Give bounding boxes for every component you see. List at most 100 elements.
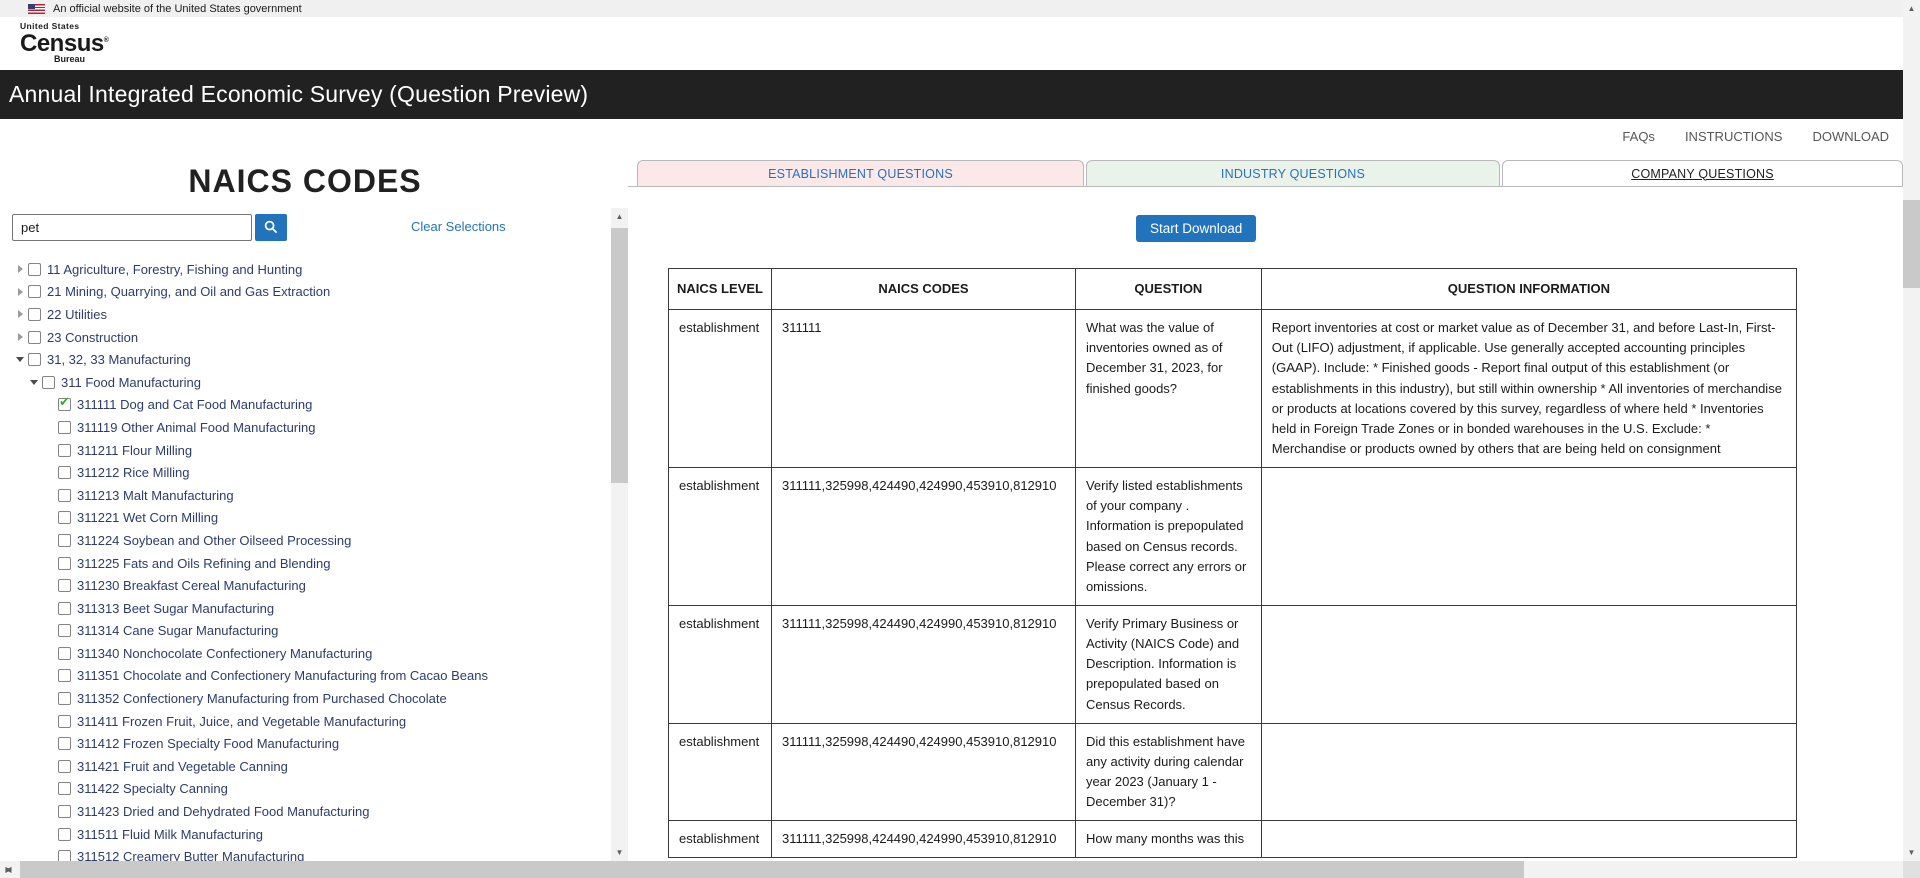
naics-checkbox[interactable] <box>58 557 71 570</box>
naics-tree: 11 Agriculture, Forestry, Fishing and Hu… <box>0 258 611 861</box>
expand-icon[interactable] <box>12 258 28 280</box>
tree-item-label: 311224 Soybean and Other Oilseed Process… <box>77 533 351 548</box>
tree-item[interactable]: 311225 Fats and Oils Refining and Blendi… <box>0 552 611 575</box>
tree-item[interactable]: 311512 Creamery Butter Manufacturing <box>0 845 611 861</box>
tree-item-label: 23 Construction <box>47 330 138 345</box>
tree-item-label: 311423 Dried and Dehydrated Food Manufac… <box>77 804 369 819</box>
arrow-spacer <box>42 462 58 484</box>
arrow-spacer <box>42 665 58 687</box>
expand-icon[interactable] <box>12 281 28 303</box>
naics-checkbox[interactable] <box>58 489 71 502</box>
tree-item[interactable]: 311422 Specialty Canning <box>0 778 611 801</box>
tree-item[interactable]: 311412 Frozen Specialty Food Manufacturi… <box>0 732 611 755</box>
scroll-up-icon[interactable]: ▲ <box>1903 0 1920 17</box>
scroll-up-icon[interactable]: ▲ <box>611 208 628 225</box>
tree-item[interactable]: 311211 Flour Milling <box>0 439 611 462</box>
naics-checkbox[interactable] <box>58 669 71 682</box>
search-button[interactable] <box>255 214 287 241</box>
tree-item[interactable]: 311 Food Manufacturing <box>0 371 611 394</box>
tree-item[interactable]: 311411 Frozen Fruit, Juice, and Vegetabl… <box>0 710 611 733</box>
vertical-scrollbar-thumb[interactable] <box>1903 200 1920 288</box>
arrow-spacer <box>42 778 58 800</box>
naics-checkbox[interactable] <box>42 376 55 389</box>
tree-item[interactable]: 21 Mining, Quarrying, and Oil and Gas Ex… <box>0 281 611 304</box>
naics-checkbox[interactable] <box>58 782 71 795</box>
arrow-spacer <box>42 801 58 823</box>
clear-selections-link[interactable]: Clear Selections <box>411 219 506 234</box>
naics-checkbox[interactable] <box>28 308 41 321</box>
naics-checkbox[interactable] <box>58 511 71 524</box>
naics-checkbox[interactable] <box>28 353 41 366</box>
horizontal-scrollbar-thumb[interactable] <box>20 861 1524 878</box>
naics-checkbox[interactable] <box>58 737 71 750</box>
scrollbar-corner <box>1903 861 1920 878</box>
tree-item[interactable]: 311352 Confectionery Manufacturing from … <box>0 687 611 710</box>
arrow-spacer <box>42 439 58 461</box>
naics-checkbox[interactable] <box>28 331 41 344</box>
naics-checkbox[interactable] <box>58 828 71 841</box>
naics-checkbox[interactable] <box>58 534 71 547</box>
table-cell: Verify Primary Business or Activity (NAI… <box>1075 605 1261 723</box>
tree-item-label: 311511 Fluid Milk Manufacturing <box>77 827 263 842</box>
tree-item[interactable]: 22 Utilities <box>0 303 611 326</box>
tree-item[interactable]: 311313 Beet Sugar Manufacturing <box>0 597 611 620</box>
naics-checkbox[interactable] <box>58 444 71 457</box>
tree-item[interactable]: 311511 Fluid Milk Manufacturing <box>0 823 611 846</box>
tree-item[interactable]: 311224 Soybean and Other Oilseed Process… <box>0 529 611 552</box>
nav-link-instructions[interactable]: INSTRUCTIONS <box>1685 129 1783 144</box>
gov-banner: An official website of the United States… <box>0 0 1903 17</box>
naics-checkbox[interactable] <box>58 647 71 660</box>
scroll-down-icon[interactable]: ▼ <box>611 844 628 861</box>
tree-item[interactable]: 311230 Breakfast Cereal Manufacturing <box>0 574 611 597</box>
tab-establishment-questions[interactable]: ESTABLISHMENT QUESTIONS <box>637 160 1084 186</box>
table-cell: 311111 <box>771 310 1075 468</box>
tree-item[interactable]: 311421 Fruit and Vegetable Canning <box>0 755 611 778</box>
sidebar-scrollbar[interactable]: ▲ ▼ <box>611 208 628 861</box>
nav-link-faqs[interactable]: FAQs <box>1622 129 1655 144</box>
tree-item[interactable]: 311119 Other Animal Food Manufacturing <box>0 416 611 439</box>
naics-checkbox[interactable] <box>28 285 41 298</box>
scroll-down-icon[interactable]: ▼ <box>1903 844 1920 861</box>
naics-checkbox[interactable] <box>58 421 71 434</box>
naics-checkbox[interactable] <box>58 692 71 705</box>
naics-checkbox[interactable] <box>28 263 41 276</box>
tree-item[interactable]: 311423 Dried and Dehydrated Food Manufac… <box>0 800 611 823</box>
tree-item[interactable]: 311351 Chocolate and Confectionery Manuf… <box>0 665 611 688</box>
naics-checkbox[interactable] <box>58 715 71 728</box>
vertical-scrollbar[interactable]: ▲ ▼ <box>1903 0 1920 861</box>
scroll-right-icon[interactable]: ▶ <box>0 861 17 878</box>
tree-item[interactable]: 311340 Nonchocolate Confectionery Manufa… <box>0 642 611 665</box>
expand-icon[interactable] <box>12 326 28 348</box>
naics-checkbox[interactable]: ✔ <box>58 398 71 411</box>
table-cell: 311111,325998,424490,424990,453910,81291… <box>771 821 1075 858</box>
tree-item[interactable]: 311314 Cane Sugar Manufacturing <box>0 620 611 643</box>
questions-table-body: establishment311111What was the value of… <box>669 310 1797 858</box>
start-download-button[interactable]: Start Download <box>1136 215 1256 242</box>
tab-industry-questions[interactable]: INDUSTRY QUESTIONS <box>1086 160 1500 186</box>
tree-item[interactable]: 11 Agriculture, Forestry, Fishing and Hu… <box>0 258 611 281</box>
horizontal-scrollbar[interactable]: ◀ ▶ <box>0 861 1903 878</box>
tree-item[interactable]: 311213 Malt Manufacturing <box>0 484 611 507</box>
naics-checkbox[interactable] <box>58 579 71 592</box>
naics-search-input[interactable] <box>12 214 252 241</box>
arrow-spacer <box>42 484 58 506</box>
collapse-icon[interactable] <box>26 371 42 393</box>
naics-checkbox[interactable] <box>58 850 71 861</box>
expand-icon[interactable] <box>12 303 28 325</box>
naics-checkbox[interactable] <box>58 466 71 479</box>
tab-company-questions[interactable]: COMPANY QUESTIONS <box>1502 160 1903 186</box>
tree-item[interactable]: ✔311111 Dog and Cat Food Manufacturing <box>0 394 611 417</box>
content: NAICS CODES Clear Selections 11 Agricult… <box>0 153 1903 861</box>
tree-item[interactable]: 311221 Wet Corn Milling <box>0 507 611 530</box>
tree-item[interactable]: 311212 Rice Milling <box>0 461 611 484</box>
naics-checkbox[interactable] <box>58 624 71 637</box>
naics-checkbox[interactable] <box>58 805 71 818</box>
tree-item[interactable]: 23 Construction <box>0 326 611 349</box>
collapse-icon[interactable] <box>12 349 28 371</box>
nav-link-download[interactable]: DOWNLOAD <box>1812 129 1889 144</box>
census-logo[interactable]: United States Census® Bureau <box>20 22 108 64</box>
naics-checkbox[interactable] <box>58 602 71 615</box>
naics-checkbox[interactable] <box>58 760 71 773</box>
sidebar-scrollbar-thumb[interactable] <box>611 228 628 483</box>
tree-item[interactable]: 31, 32, 33 Manufacturing <box>0 348 611 371</box>
